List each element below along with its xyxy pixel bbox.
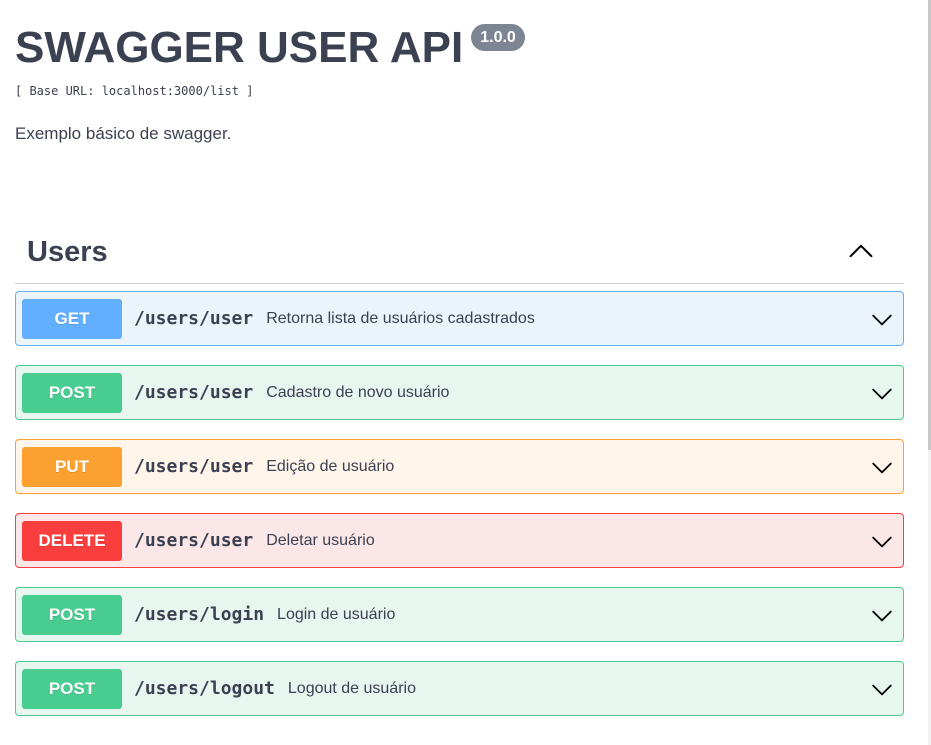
chevron-down-icon[interactable] — [871, 531, 893, 553]
base-url: [ Base URL: localhost:3000/list ] — [15, 84, 254, 98]
tag-section-header[interactable]: Users — [15, 218, 904, 284]
title-row: SWAGGER USER API 1.0.0 — [15, 22, 905, 74]
operation-summary: Deletar usuário — [266, 531, 375, 549]
chevron-down-icon[interactable] — [871, 309, 893, 331]
operation-summary: Edição de usuário — [266, 457, 395, 475]
operation-summary: Cadastro de novo usuário — [266, 383, 450, 401]
method-badge: POST — [22, 594, 122, 635]
method-badge: DELETE — [22, 520, 122, 561]
api-description: Exemplo básico de swagger. — [15, 124, 232, 143]
api-info: SWAGGER USER API 1.0.0 [ Base URL: local… — [15, 22, 905, 144]
chevron-down-icon[interactable] — [871, 605, 893, 627]
operations-list: GET /users/user Retorna lista de usuário… — [15, 291, 904, 716]
operation-post-users-logout[interactable]: POST /users/logout Logout de usuário — [15, 661, 904, 716]
operation-path[interactable]: /users/login — [134, 604, 264, 625]
operation-path[interactable]: /users/user — [134, 382, 253, 403]
operation-summary: Retorna lista de usuários cadastrados — [266, 309, 535, 327]
api-title: SWAGGER USER API — [15, 23, 464, 72]
method-badge: PUT — [22, 446, 122, 487]
method-badge: GET — [22, 298, 122, 339]
operation-path[interactable]: /users/user — [134, 530, 253, 551]
operation-post-users-user[interactable]: POST /users/user Cadastro de novo usuári… — [15, 365, 904, 420]
operation-post-users-login[interactable]: POST /users/login Login de usuário — [15, 587, 904, 642]
tag-section-users: Users GET /users/user Retorna lista de u… — [15, 218, 904, 735]
chevron-down-icon[interactable] — [871, 457, 893, 479]
operation-put-users-user[interactable]: PUT /users/user Edição de usuário — [15, 439, 904, 494]
method-badge: POST — [22, 372, 122, 413]
operation-summary: Logout de usuário — [287, 679, 416, 697]
operation-path[interactable]: /users/user — [134, 456, 253, 477]
operation-path[interactable]: /users/user — [134, 308, 253, 329]
version-badge: 1.0.0 — [471, 24, 525, 51]
operation-delete-users-user[interactable]: DELETE /users/user Deletar usuário — [15, 513, 904, 568]
operation-get-users-user[interactable]: GET /users/user Retorna lista de usuário… — [15, 291, 904, 346]
tag-section-title: Users — [27, 236, 108, 268]
chevron-down-icon[interactable] — [871, 383, 893, 405]
operation-path[interactable]: /users/logout — [134, 678, 275, 699]
chevron-down-icon[interactable] — [871, 679, 893, 701]
method-badge: POST — [22, 668, 122, 709]
chevron-up-icon[interactable] — [848, 238, 874, 264]
operation-summary: Login de usuário — [277, 605, 396, 623]
